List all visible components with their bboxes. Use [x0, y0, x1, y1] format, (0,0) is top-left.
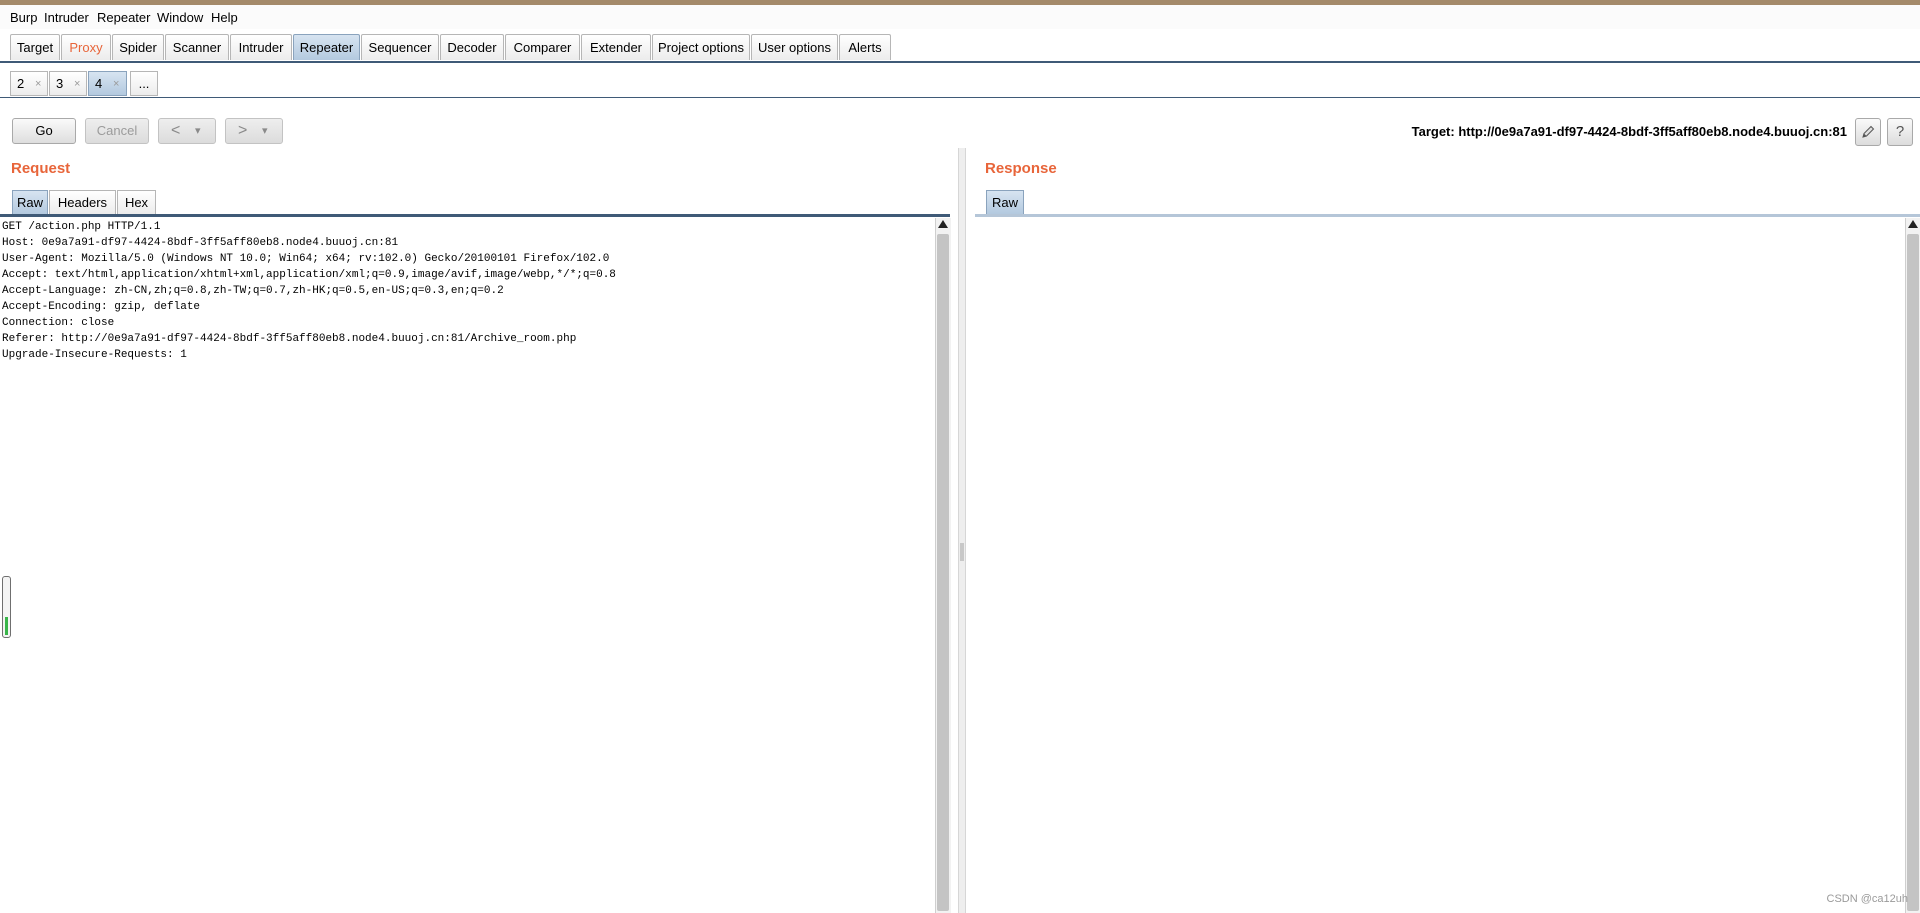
request-header-line: Accept-Encoding: gzip, deflate [2, 301, 201, 313]
scroll-up-arrow-icon[interactable] [938, 220, 948, 228]
tab-target[interactable]: Target [10, 34, 60, 60]
repeater-tab-bar: 2 × 3 × 4 × ... [0, 71, 1920, 97]
tab-decoder[interactable]: Decoder [440, 34, 504, 60]
menu-burp[interactable]: Burp [10, 10, 37, 25]
tab-repeater[interactable]: Repeater [293, 34, 360, 60]
tab-comparer[interactable]: Comparer [505, 34, 580, 60]
response-pane-title: Response [985, 160, 1057, 177]
request-scrollbar[interactable] [935, 218, 951, 913]
menu-bar: Burp Intruder Repeater Window Help [0, 5, 1920, 29]
response-tab-raw[interactable]: Raw [986, 190, 1024, 214]
main-tab-bar: Target Proxy Spider Scanner Intruder Rep… [0, 34, 1920, 62]
repeater-tab-number: 2 [17, 76, 25, 91]
scroll-up-arrow-icon[interactable] [1908, 220, 1918, 228]
progress-fill [5, 617, 8, 635]
repeater-tab-3[interactable]: 3 × [49, 71, 87, 96]
tab-alerts[interactable]: Alerts [839, 34, 891, 60]
request-tabs-divider [0, 214, 950, 217]
request-tab-raw[interactable]: Raw [12, 190, 48, 214]
repeater-tab-2[interactable]: 2 × [10, 71, 48, 96]
watermark: CSDN @ca12uh [1826, 893, 1908, 905]
back-history-dropdown-icon[interactable]: ▾ [195, 119, 201, 143]
back-button[interactable]: < ▾ [158, 118, 216, 144]
pencil-icon-graphic [1862, 125, 1875, 138]
menu-repeater[interactable]: Repeater [97, 10, 150, 25]
close-icon[interactable]: × [35, 72, 41, 96]
response-scrollbar[interactable] [1905, 218, 1920, 913]
repeater-tab-4[interactable]: 4 × [88, 71, 127, 96]
tab-scanner[interactable]: Scanner [165, 34, 229, 60]
tab-intruder[interactable]: Intruder [230, 34, 292, 60]
request-line: GET /action.php HTTP/1.1 [2, 221, 161, 233]
cancel-button[interactable]: Cancel [85, 118, 149, 144]
tab-proxy[interactable]: Proxy [61, 34, 111, 60]
request-pane-title: Request [11, 160, 71, 177]
close-icon[interactable]: × [113, 72, 119, 96]
forward-arrow-icon: > [238, 122, 248, 139]
request-header-line: User-Agent: Mozilla/5.0 (Windows NT 10.0… [2, 253, 610, 265]
target-host-label: Target: http://0e9a7a91-df97-4424-8bdf-3… [1411, 124, 1847, 139]
tab-sequencer[interactable]: Sequencer [361, 34, 439, 60]
request-header-line: Referer: http://0e9a7a91-df97-4424-8bdf-… [2, 333, 577, 345]
response-tabs-divider [975, 214, 1920, 217]
repeater-tab-number: 3 [56, 76, 64, 91]
forward-history-dropdown-icon[interactable]: ▾ [262, 119, 268, 143]
tab-extender[interactable]: Extender [581, 34, 651, 60]
repeater-tabs-divider [0, 97, 1920, 98]
repeater-tab-number: 4 [95, 76, 103, 91]
request-header-line: Upgrade-Insecure-Requests: 1 [2, 349, 187, 361]
forward-button[interactable]: > ▾ [225, 118, 283, 144]
request-tab-headers[interactable]: Headers [49, 190, 116, 214]
back-arrow-icon: < [171, 122, 181, 139]
menu-help[interactable]: Help [211, 10, 238, 25]
request-header-line: Accept-Language: zh-CN,zh;q=0.8,zh-TW;q=… [2, 285, 504, 297]
request-header-line: Accept: text/html,application/xhtml+xml,… [2, 269, 616, 281]
help-icon[interactable]: ? [1887, 118, 1913, 146]
request-header-line: Host: 0e9a7a91-df97-4424-8bdf-3ff5aff80e… [2, 237, 399, 249]
request-header-line: Connection: close [2, 317, 115, 329]
tab-project-options[interactable]: Project options [652, 34, 750, 60]
go-button[interactable]: Go [12, 118, 76, 144]
menu-window[interactable]: Window [157, 10, 203, 25]
scrollbar-thumb[interactable] [937, 234, 949, 911]
tab-user-options[interactable]: User options [751, 34, 838, 60]
response-viewer[interactable] [975, 218, 1905, 913]
splitter-grip[interactable] [960, 543, 964, 561]
tab-spider[interactable]: Spider [112, 34, 164, 60]
pencil-icon[interactable] [1855, 118, 1881, 146]
scrollbar-thumb[interactable] [1907, 234, 1919, 911]
menu-intruder[interactable]: Intruder [44, 10, 89, 25]
close-icon[interactable]: × [74, 72, 80, 96]
new-tab-button[interactable]: ... [130, 71, 158, 96]
pane-splitter[interactable] [958, 148, 966, 913]
main-tabs-divider [0, 61, 1920, 63]
request-tab-hex[interactable]: Hex [117, 190, 156, 214]
side-progress-indicator [2, 576, 11, 638]
request-editor[interactable]: GET /action.php HTTP/1.1 Host: 0e9a7a91-… [0, 218, 935, 913]
